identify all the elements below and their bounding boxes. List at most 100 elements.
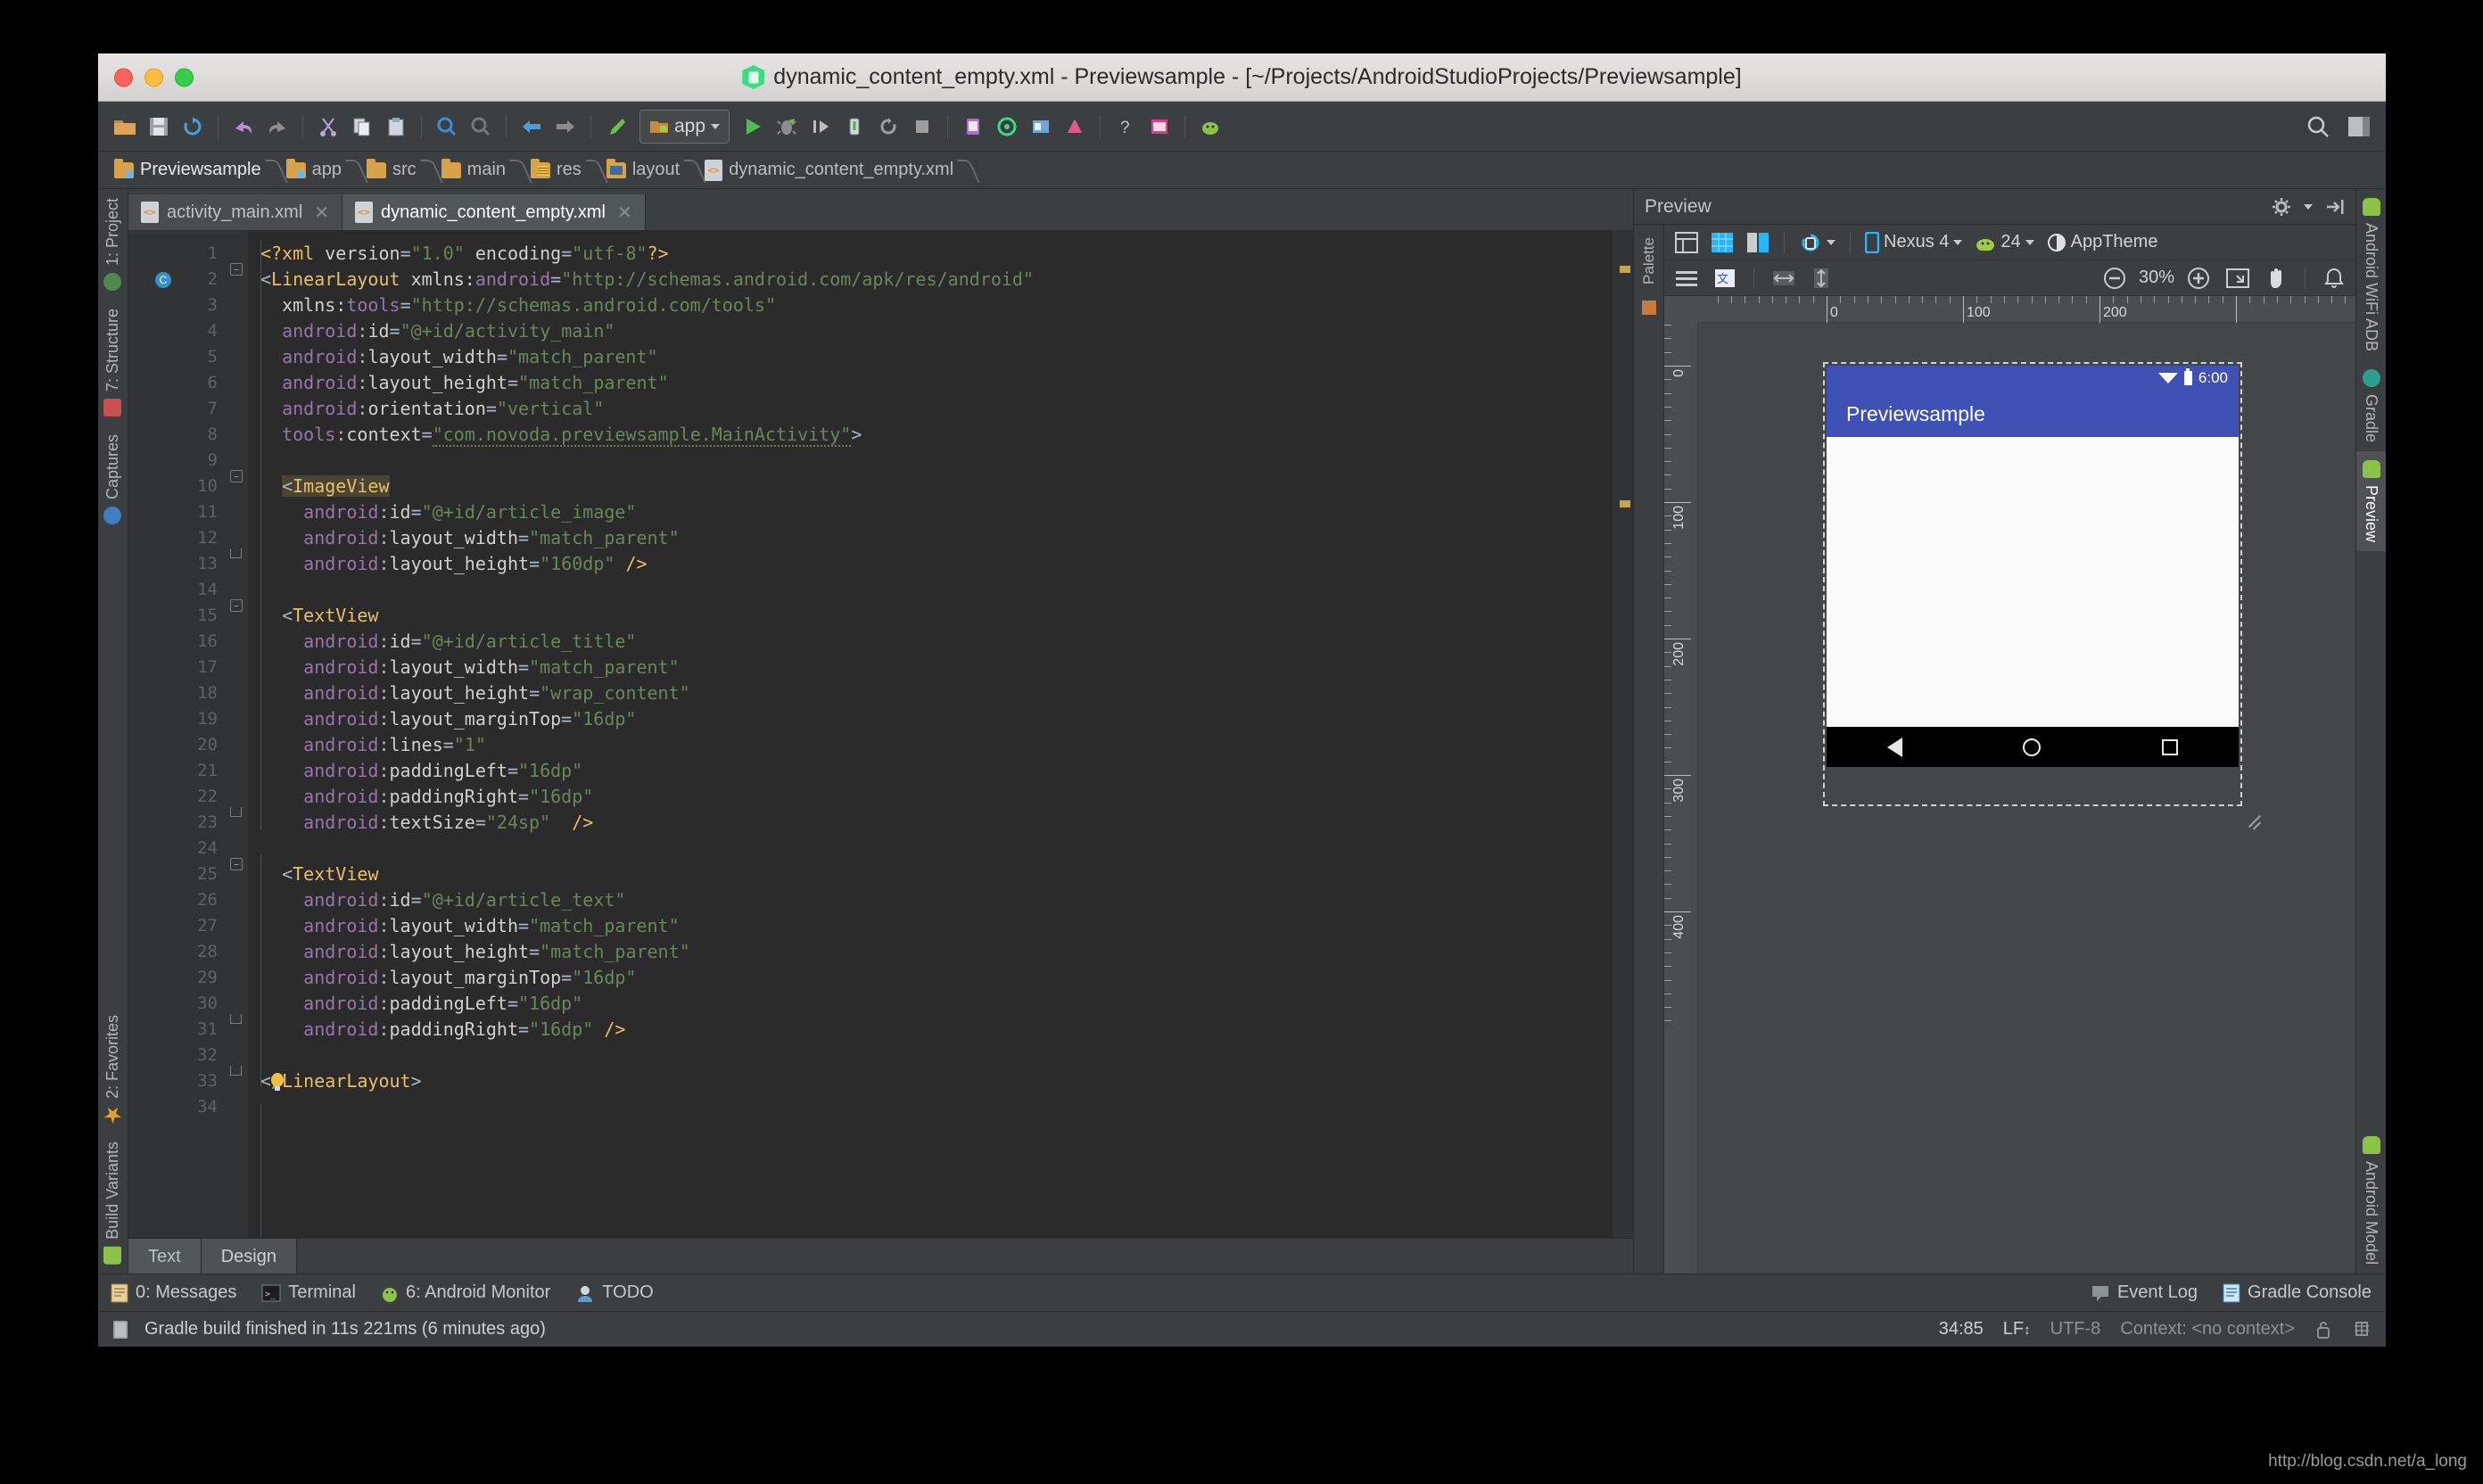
window-controls[interactable] [114,68,194,87]
breadcrumb-item-file[interactable]: dynamic_content_empty.xml [701,156,959,185]
help-icon[interactable]: ? [1110,111,1142,143]
android-icon[interactable] [1194,111,1226,143]
attach-debugger-icon[interactable] [838,111,870,143]
fold-toggle[interactable]: – [230,858,243,870]
bell-icon[interactable] [2320,264,2348,293]
code-editor[interactable]: 1 2 C 3 4 5 6 7 8 9 10 11 12 13 14 15 16 17 18 19 20 21 22 23 24… [128,230,1633,1238]
run-configuration-selector[interactable]: app [639,109,730,144]
fold-toggle[interactable]: – [230,263,243,276]
debug-icon[interactable] [771,111,803,143]
code-content[interactable]: <?xml version="1.0" encoding="utf-8"?> <L… [248,230,1612,1238]
paste-icon[interactable] [380,111,412,143]
nav-recents-icon[interactable] [2162,738,2179,755]
fit-height-icon[interactable] [1808,264,1835,293]
render-mode-icon[interactable] [1671,228,1702,257]
sidebar-item-preview[interactable]: Preview [2356,451,2386,552]
project-structure-icon[interactable] [1025,111,1057,143]
sidebar-item-project[interactable]: 1: Project [98,189,128,300]
bottom-item-todo[interactable]: TODO [575,1282,654,1303]
palette-icon[interactable] [1640,299,1658,317]
list-icon[interactable] [1671,264,1702,293]
nav-back-icon[interactable] [1886,737,1902,757]
cut-icon[interactable] [312,111,344,143]
tab-dynamic-content-empty-xml[interactable]: dynamic_content_empty.xml ✕ [342,194,646,230]
close-window-button[interactable] [114,68,133,87]
bottom-item-event-log[interactable]: Event Log [2091,1282,2198,1303]
layout-toggle-icon[interactable] [2343,111,2375,143]
build-status-icon[interactable] [111,1319,130,1340]
copy-icon[interactable] [346,111,378,143]
run-icon[interactable] [737,111,769,143]
nav-home-icon[interactable] [2023,738,2042,756]
device-selector[interactable]: Nexus 4 [1861,228,1966,257]
hector-icon[interactable] [2352,1319,2372,1340]
sync-gradle-icon[interactable] [1059,111,1091,143]
warning-marker[interactable] [1620,500,1630,507]
close-tab-icon[interactable]: ✕ [617,202,632,224]
caret-position[interactable]: 34:85 [1939,1319,1984,1340]
breadcrumb-item-res[interactable]: res [527,156,587,185]
chevron-down-icon[interactable] [1827,239,1835,245]
tab-design[interactable]: Design [201,1238,297,1274]
zoom-fit-icon[interactable] [2223,264,2253,293]
sidebar-item-android-model[interactable]: Android Model [2356,1127,2386,1274]
bottom-item-messages[interactable]: 0: Messages [111,1282,236,1303]
save-all-icon[interactable] [143,111,175,143]
fold-column[interactable]: – – – – [228,230,248,1238]
bottom-item-android-monitor[interactable]: 6: Android Monitor [381,1282,550,1303]
orientation-icon[interactable] [1795,228,1839,257]
bottom-item-gradle-console[interactable]: Gradle Console [2223,1282,2372,1303]
tab-activity-main-xml[interactable]: activity_main.xml ✕ [128,194,343,230]
find-icon[interactable] [431,111,463,143]
rerun-icon[interactable] [872,111,904,143]
breadcrumb-item-project[interactable]: Previewsample [111,156,267,185]
resize-handle[interactable] [2246,810,2265,829]
zoom-in-icon[interactable] [2183,264,2214,293]
breadcrumb-item-src[interactable]: src [363,156,422,185]
undo-icon[interactable] [227,111,260,143]
close-tab-icon[interactable]: ✕ [314,202,329,224]
fold-end-marker[interactable] [230,807,242,817]
sync-icon[interactable] [177,111,209,143]
api-level-selector[interactable]: 24 [1971,228,2037,257]
build-icon[interactable] [600,111,632,143]
fold-toggle[interactable]: – [230,470,243,482]
warning-marker[interactable] [1620,266,1630,273]
sidebar-item-build-variants[interactable]: Build Variants [98,1133,128,1274]
device-render[interactable]: 6:00 Previewsample [1827,366,2239,767]
chevron-down-icon[interactable] [2304,203,2313,210]
sidebar-item-structure[interactable]: 7: Structure [98,300,128,425]
pan-hand-icon[interactable] [2262,264,2290,293]
sidebar-item-captures[interactable]: Captures [98,425,128,533]
replace-icon[interactable]: A [465,111,497,143]
breadcrumb-item-layout[interactable]: layout [603,156,685,185]
fold-toggle[interactable]: – [230,599,243,612]
fit-width-icon[interactable] [1769,264,1799,293]
sidebar-item-favorites[interactable]: 2: Favorites [98,1006,128,1133]
fold-end-marker[interactable] [230,548,242,558]
fold-end-marker[interactable] [230,1014,242,1024]
editor-gutter[interactable]: 1 2 C 3 4 5 6 7 8 9 10 11 12 13 14 15 16 17 18 19 20 21 22 23 24… [128,230,228,1238]
palette-strip[interactable]: Palette [1634,225,1664,1274]
editor-marker-bar[interactable] [1612,230,1633,1238]
chevron-down-icon[interactable] [711,123,721,129]
breadcrumb-item-main[interactable]: main [438,156,511,185]
line-separator[interactable]: LF↕ [2003,1319,2031,1340]
sidebar-item-android-wifi-adb[interactable]: Android WiFi ADB [2356,189,2386,360]
bottom-item-terminal[interactable]: >_ Terminal [261,1282,356,1303]
tab-text[interactable]: Text [128,1238,202,1274]
layout-inspector-icon[interactable] [1143,111,1176,143]
maximize-window-button[interactable] [175,68,194,87]
fold-end-marker[interactable] [230,1066,242,1076]
file-encoding[interactable]: UTF-8 [2050,1319,2101,1340]
intention-bulb-icon[interactable] [268,1072,287,1093]
stop-icon[interactable] [906,111,938,143]
redo-icon[interactable] [261,111,293,143]
class-marker-icon[interactable]: C [155,272,171,288]
chevron-down-icon[interactable] [2025,239,2034,245]
theme-selector[interactable]: AppTheme [2043,228,2162,257]
gear-icon[interactable] [2272,197,2291,217]
breadcrumb-item-app[interactable]: app [283,156,347,185]
sdk-manager-icon[interactable] [991,111,1023,143]
forward-icon[interactable] [549,111,582,143]
